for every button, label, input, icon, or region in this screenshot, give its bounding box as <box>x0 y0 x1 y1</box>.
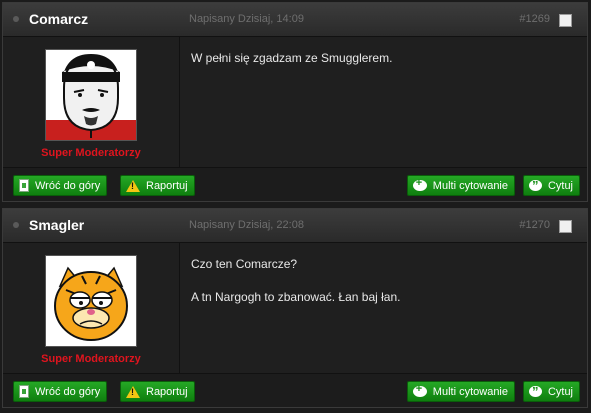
post-footer: Wróć do góry Raportuj Multi cytowanie Cy… <box>3 373 587 407</box>
post-text-line: A tn Nargogh to zbanować. Łan baj łan. <box>191 290 401 304</box>
post-number-link[interactable]: #1269 <box>519 13 550 25</box>
back-to-top-button[interactable]: Wróć do góry <box>13 381 108 402</box>
post-text-line: W pełni się zgadzam ze Smugglerem. <box>191 51 393 65</box>
multi-quote-label: Multi cytowanie <box>432 179 508 192</box>
author-name[interactable]: Comarcz <box>29 11 88 27</box>
quote-label: Cytuj <box>547 385 573 398</box>
post-body: Super Moderatorzy Czo ten Comarcze? A tn… <box>3 243 587 373</box>
quote-bubble-icon <box>528 178 542 193</box>
multi-quote-button[interactable]: Multi cytowanie <box>406 381 515 402</box>
quote-button[interactable]: Cytuj <box>522 381 580 402</box>
quote-label: Cytuj <box>547 179 573 192</box>
speech-bubble-plus-icon <box>412 177 427 191</box>
multi-quote-label: Multi cytowanie <box>432 385 508 398</box>
post-date: Napisany Dzisiaj, 22:08 <box>189 219 304 231</box>
report-label: Raportuj <box>146 179 188 192</box>
warning-icon <box>126 179 140 192</box>
author-name[interactable]: Smagler <box>29 217 84 233</box>
post-footer: Wróć do góry Raportuj Multi cytowanie Cy… <box>3 167 587 201</box>
post-content: Czo ten Comarcze? A tn Nargogh to zbanow… <box>191 257 577 323</box>
user-rank: Super Moderatorzy <box>41 147 141 159</box>
offline-status-icon <box>13 16 19 22</box>
tough-guy-face-avatar-icon <box>46 50 136 140</box>
offline-status-icon <box>13 222 19 228</box>
post-select-checkbox[interactable] <box>559 220 572 233</box>
multi-quote-button[interactable]: Multi cytowanie <box>406 175 515 196</box>
post-content: W pełni się zgadzam ze Smugglerem. <box>191 51 577 84</box>
page-up-icon <box>19 179 29 192</box>
post-text-line: Czo ten Comarcze? <box>191 257 298 271</box>
back-to-top-label: Wróć do góry <box>35 179 101 192</box>
avatar[interactable] <box>45 255 137 347</box>
speech-bubble-plus-icon <box>412 383 427 397</box>
quote-bubble-icon <box>528 384 542 399</box>
report-button[interactable]: Raportuj <box>120 381 195 402</box>
post-1270: Smagler Napisany Dzisiaj, 22:08 #1270 Su… <box>2 208 588 408</box>
report-label: Raportuj <box>146 385 188 398</box>
post-header: Comarcz Napisany Dzisiaj, 14:09 #1269 <box>3 3 587 37</box>
post-select-checkbox[interactable] <box>559 14 572 27</box>
post-header: Smagler Napisany Dzisiaj, 22:08 #1270 <box>3 209 587 243</box>
back-to-top-button[interactable]: Wróć do góry <box>13 175 108 196</box>
page-up-icon <box>19 385 29 398</box>
avatar[interactable] <box>45 49 137 141</box>
user-rank: Super Moderatorzy <box>41 353 141 365</box>
author-info: Super Moderatorzy <box>3 37 180 167</box>
garfield-face-avatar-icon <box>46 256 136 346</box>
post-body: Super Moderatorzy W pełni się zgadzam ze… <box>3 37 587 167</box>
author-info: Super Moderatorzy <box>3 243 180 373</box>
warning-icon <box>126 385 140 398</box>
post-number-link[interactable]: #1270 <box>519 219 550 231</box>
post-date: Napisany Dzisiaj, 14:09 <box>189 13 304 25</box>
quote-button[interactable]: Cytuj <box>522 175 580 196</box>
back-to-top-label: Wróć do góry <box>35 385 101 398</box>
report-button[interactable]: Raportuj <box>120 175 195 196</box>
post-1269: Comarcz Napisany Dzisiaj, 14:09 #1269 Su… <box>2 2 588 202</box>
